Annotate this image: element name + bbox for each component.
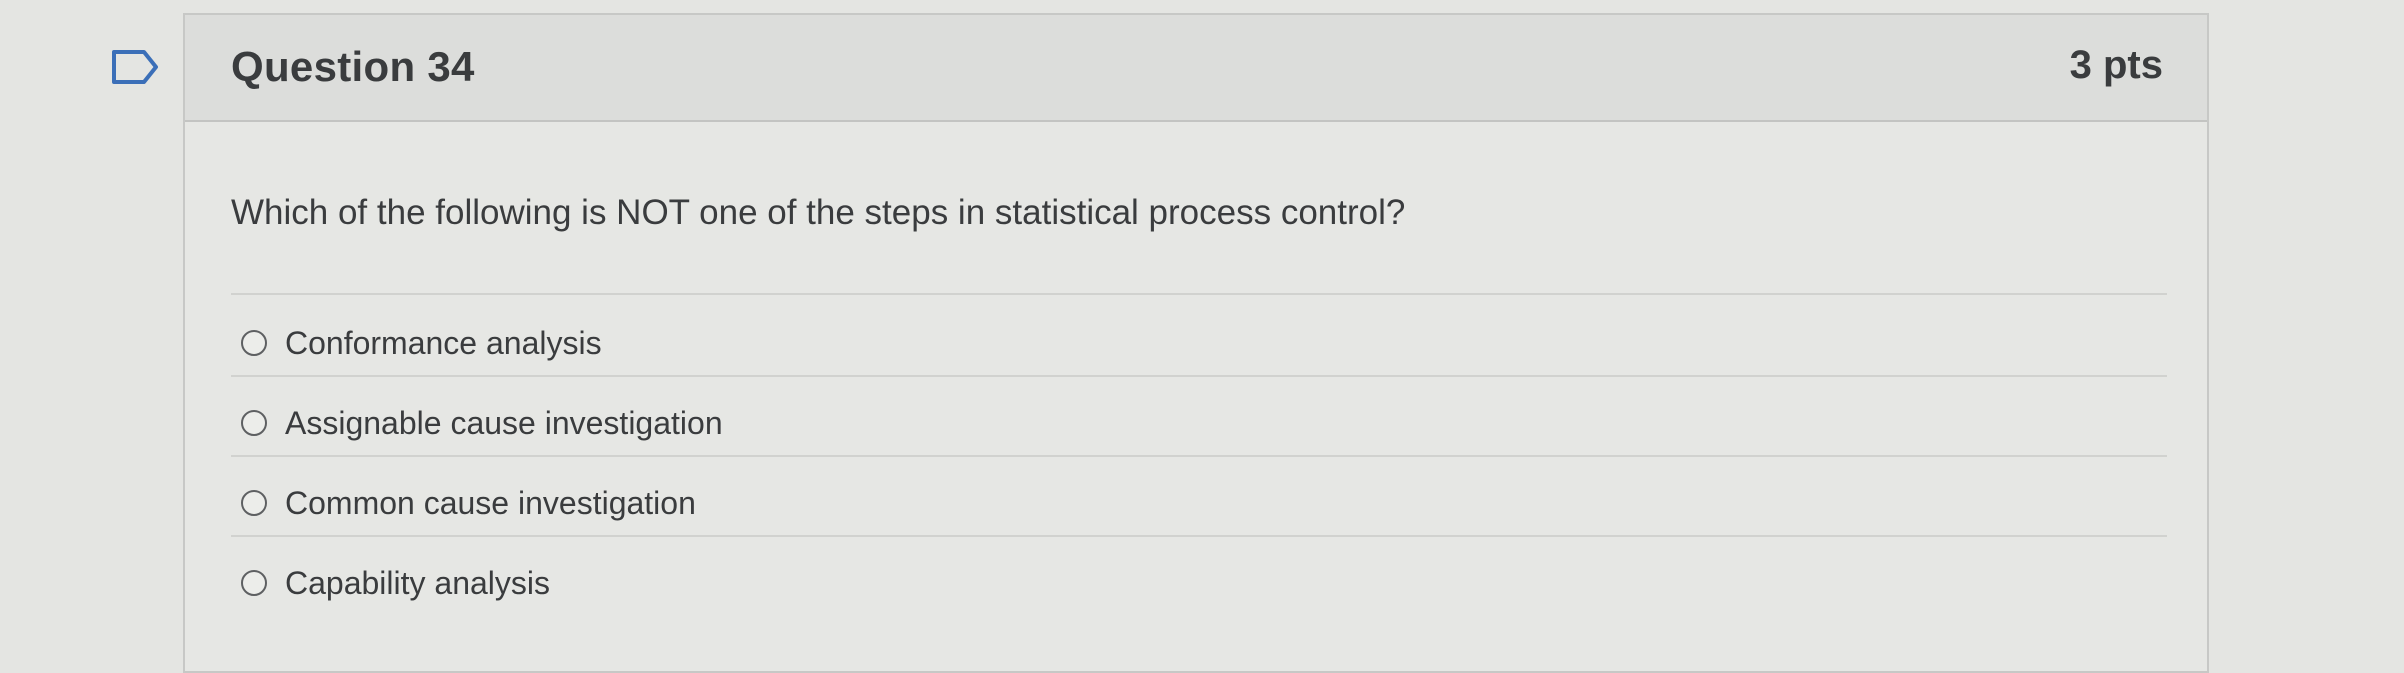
radio-empty-icon[interactable] xyxy=(241,330,267,356)
question-title: Question 34 xyxy=(231,43,475,90)
divider xyxy=(231,375,2167,377)
question-card: Question 34 3 pts Which of the following… xyxy=(183,13,2209,673)
answer-label: Assignable cause investigation xyxy=(285,404,723,441)
question-text: Which of the following is NOT one of the… xyxy=(231,193,1406,232)
radio-empty-icon[interactable] xyxy=(241,410,267,436)
answer-label: Capability analysis xyxy=(285,564,551,601)
radio-empty-icon[interactable] xyxy=(241,490,267,516)
divider xyxy=(231,535,2167,537)
divider xyxy=(231,455,2167,457)
radio-empty-icon[interactable] xyxy=(241,570,267,596)
answer-option-common-cause-investigation[interactable]: Common cause investigation xyxy=(231,473,2167,533)
question-header: Question 34 3 pts xyxy=(185,15,2207,122)
answer-label: Conformance analysis xyxy=(285,324,602,361)
question-points: 3 pts xyxy=(2069,43,2163,87)
answer-option-assignable-cause-investigation[interactable]: Assignable cause investigation xyxy=(231,393,2167,453)
answer-option-capability-analysis[interactable]: Capability analysis xyxy=(231,553,2167,613)
divider xyxy=(231,293,2167,295)
answer-label: Common cause investigation xyxy=(285,484,696,521)
answer-option-conformance-analysis[interactable]: Conformance analysis xyxy=(231,313,2167,373)
flag-question-icon[interactable] xyxy=(110,48,162,86)
